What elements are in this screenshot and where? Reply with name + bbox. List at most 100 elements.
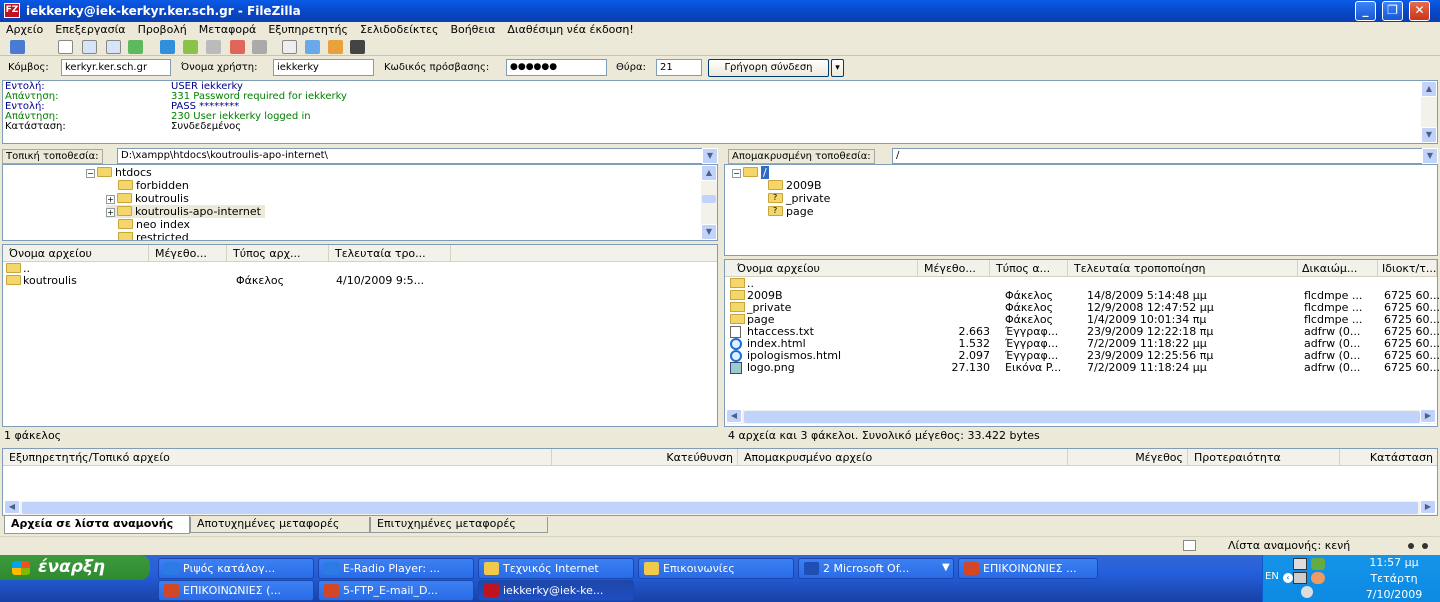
tree-node[interactable]: − / — [732, 166, 769, 179]
volume-icon[interactable] — [1301, 586, 1313, 598]
tray-app-icon[interactable] — [1311, 558, 1325, 570]
remote-path-input[interactable]: / — [892, 148, 1438, 164]
column-modified[interactable]: Τελευταία τροποποίηση — [1068, 260, 1298, 277]
start-button[interactable]: έναρξη — [0, 555, 150, 580]
chevron-down-icon[interactable]: ▼ — [702, 148, 718, 164]
toggle-remote-tree-icon[interactable] — [106, 40, 121, 54]
menu-bookmarks[interactable]: Σελιδοδείκτες — [354, 22, 445, 37]
tray-app-icon[interactable] — [1293, 572, 1307, 584]
search-icon[interactable] — [350, 40, 365, 54]
speed-limit-icon[interactable] — [1183, 540, 1196, 551]
maximize-button[interactable]: ❐ — [1382, 1, 1403, 21]
tree-node[interactable]: − htdocs — [86, 166, 152, 179]
host-input[interactable]: kerkyr.ker.sch.gr — [61, 59, 171, 76]
username-input[interactable]: iekkerky — [273, 59, 374, 76]
tab-failed-transfers[interactable]: Αποτυχημένες μεταφορές — [190, 517, 370, 533]
tree-node-selected[interactable]: + koutroulis-apo-internet — [106, 205, 265, 218]
scroll-up-icon[interactable]: ▲ — [1421, 81, 1437, 97]
log-scrollbar[interactable]: ▲ ▼ — [1421, 81, 1437, 143]
sync-browse-icon[interactable] — [305, 40, 320, 54]
queue-hscrollbar[interactable]: ◀ ▶ — [4, 500, 1436, 515]
menu-help[interactable]: Βοήθεια — [444, 22, 501, 37]
scroll-thumb[interactable] — [702, 195, 716, 203]
reconnect-icon[interactable] — [252, 40, 267, 54]
language-indicator[interactable]: EN — [1265, 571, 1279, 582]
scroll-thumb[interactable] — [744, 411, 1420, 423]
taskbar-button[interactable]: ΕΠΙΚΟΙΝΩΝΙΕΣ ... — [958, 558, 1098, 579]
menu-view[interactable]: Προβολή — [132, 22, 193, 37]
toggle-queue-icon[interactable] — [128, 40, 143, 54]
menu-transfer[interactable]: Μεταφορά — [193, 22, 263, 37]
tree-node[interactable]: + koutroulis — [106, 192, 189, 205]
tree-node[interactable]: forbidden — [118, 179, 189, 192]
column-type[interactable]: Τύπος α... — [990, 260, 1068, 277]
column-local-file[interactable]: Εξυπηρετητής/Τοπικό αρχείο — [3, 449, 552, 466]
password-input[interactable]: ●●●●●● — [506, 59, 607, 76]
column-status[interactable]: Κατάσταση — [1340, 449, 1437, 466]
scroll-right-icon[interactable]: ▶ — [1420, 500, 1436, 514]
tree-node[interactable]: _private — [768, 191, 830, 205]
file-row[interactable]: logo.png 27.130 Εικόνα P... 7/2/2009 11:18:… — [730, 362, 1440, 374]
scroll-left-icon[interactable]: ◀ — [4, 500, 20, 514]
taskbar-button[interactable]: Τεχνικός Internet — [478, 558, 634, 579]
menu-server[interactable]: Εξυπηρετητής — [262, 22, 354, 37]
compare-icon[interactable] — [328, 40, 343, 54]
process-queue-icon[interactable] — [183, 40, 198, 54]
column-size[interactable]: Μέγεθο... — [918, 260, 990, 277]
scroll-right-icon[interactable]: ▶ — [1420, 409, 1436, 423]
collapse-icon[interactable]: − — [86, 169, 95, 178]
column-direction[interactable]: Κατεύθυνση — [552, 449, 738, 466]
collapse-icon[interactable]: − — [732, 169, 741, 178]
toggle-local-tree-icon[interactable] — [82, 40, 97, 54]
scroll-thumb[interactable] — [22, 502, 1418, 514]
disconnect-icon[interactable] — [230, 40, 245, 54]
menu-file[interactable]: Αρχείο — [0, 22, 49, 37]
column-type[interactable]: Τύπος αρχ... — [227, 245, 329, 262]
tab-queued-files[interactable]: Αρχεία σε λίστα αναμονής — [4, 516, 190, 534]
site-manager-icon[interactable] — [10, 40, 25, 54]
network-icon[interactable] — [1293, 558, 1307, 570]
chevron-left-icon[interactable]: ‹ — [1283, 573, 1293, 583]
remote-hscrollbar[interactable]: ◀ ▶ — [726, 409, 1436, 424]
quickconnect-dropdown[interactable]: ▾ — [831, 59, 844, 77]
tab-successful-transfers[interactable]: Επιτυχημένες μεταφορές — [370, 517, 548, 533]
column-owner[interactable]: Ιδιοκτ/τ... — [1378, 260, 1437, 277]
tree-node[interactable]: restricted — [118, 231, 189, 240]
column-remote-file[interactable]: Απομακρυσμένο αρχείο — [738, 449, 1068, 466]
tree-node[interactable]: page — [768, 204, 813, 218]
taskbar-button[interactable]: ΕΠΙΚΟΙΝΩΝΙΕΣ (... — [158, 580, 314, 601]
scroll-left-icon[interactable]: ◀ — [726, 409, 742, 423]
taskbar-button[interactable]: Επικοινωνίες — [638, 558, 794, 579]
minimize-button[interactable]: _ — [1355, 1, 1376, 21]
local-tree-scrollbar[interactable]: ▲ ▼ — [701, 165, 717, 240]
quickconnect-button[interactable]: Γρήγορη σύνδεση — [708, 59, 829, 77]
refresh-icon[interactable] — [160, 40, 175, 54]
clock-time[interactable]: 11:57 μμ — [1348, 556, 1440, 569]
taskbar-button[interactable]: 5-FTP_E-mail_D... — [318, 580, 474, 601]
taskbar-button[interactable]: Ριψός κατάλογ... — [158, 558, 314, 579]
column-permissions[interactable]: Δικαιώμ... — [1298, 260, 1378, 277]
tray-app-icon[interactable] — [1311, 572, 1325, 584]
menu-new-version[interactable]: Διαθέσιμη νέα έκδοση! — [501, 22, 639, 37]
filter-icon[interactable] — [282, 40, 297, 54]
group-dropdown-icon[interactable]: ▼ — [942, 562, 950, 573]
toggle-log-icon[interactable] — [58, 40, 73, 54]
local-path-input[interactable]: D:\xampp\htdocs\koutroulis-apo-internet\ — [117, 148, 718, 164]
tree-node[interactable]: neo index — [118, 218, 190, 231]
port-input[interactable]: 21 — [656, 59, 702, 76]
column-modified[interactable]: Τελευταία τρο... — [329, 245, 451, 262]
taskbar-button[interactable]: E-Radio Player: ... — [318, 558, 474, 579]
column-filename[interactable]: Όνομα αρχείου — [731, 260, 918, 277]
taskbar-button[interactable]: 2 Microsoft Of... — [798, 558, 954, 579]
expand-icon[interactable]: + — [106, 208, 115, 217]
column-priority[interactable]: Προτεραιότητα — [1188, 449, 1340, 466]
scroll-down-icon[interactable]: ▼ — [701, 224, 717, 240]
column-filename[interactable]: Όνομα αρχείου — [3, 245, 149, 262]
chevron-down-icon[interactable]: ▼ — [1422, 148, 1438, 164]
file-row[interactable]: koutroulis Φάκελος 4/10/2009 9:5... — [6, 275, 716, 287]
close-button[interactable]: ✕ — [1409, 1, 1430, 21]
cancel-icon[interactable] — [206, 40, 221, 54]
scroll-up-icon[interactable]: ▲ — [701, 165, 717, 181]
column-size[interactable]: Μέγεθο... — [149, 245, 227, 262]
column-size[interactable]: Μέγεθος — [1068, 449, 1188, 466]
